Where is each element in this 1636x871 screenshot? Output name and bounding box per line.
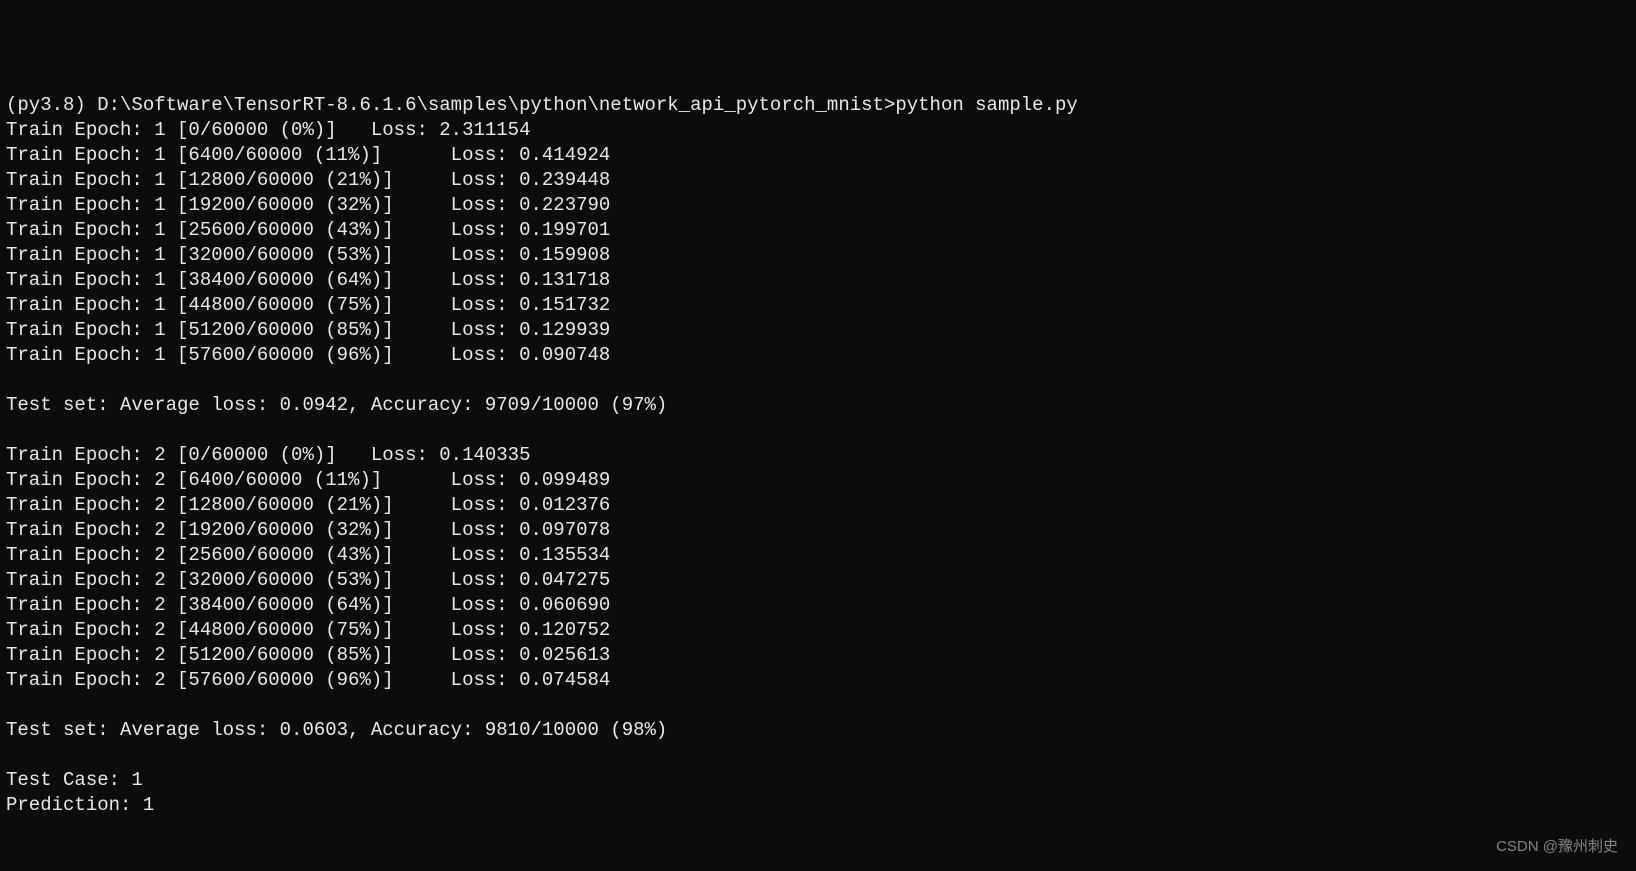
- train-line: Train Epoch: 1 [51200/60000 (85%)] Loss:…: [6, 319, 610, 341]
- train-line: Train Epoch: 1 [57600/60000 (96%)] Loss:…: [6, 344, 610, 366]
- train-line: Train Epoch: 1 [6400/60000 (11%)] Loss: …: [6, 144, 610, 166]
- terminal-output[interactable]: (py3.8) D:\Software\TensorRT-8.6.1.6\sam…: [6, 93, 1630, 818]
- train-line: Train Epoch: 2 [0/60000 (0%)] Loss: 0.14…: [6, 444, 531, 466]
- train-line: Train Epoch: 1 [19200/60000 (32%)] Loss:…: [6, 194, 610, 216]
- prediction-line: Prediction: 1: [6, 794, 154, 816]
- train-line: Train Epoch: 2 [32000/60000 (53%)] Loss:…: [6, 569, 610, 591]
- train-line: Train Epoch: 2 [51200/60000 (85%)] Loss:…: [6, 644, 610, 666]
- test-summary-line: Test set: Average loss: 0.0603, Accuracy…: [6, 719, 667, 741]
- train-line: Train Epoch: 1 [0/60000 (0%)] Loss: 2.31…: [6, 119, 531, 141]
- watermark: CSDN @豫州刺史: [1496, 834, 1618, 859]
- command-prompt-line: (py3.8) D:\Software\TensorRT-8.6.1.6\sam…: [6, 94, 1078, 116]
- train-line: Train Epoch: 1 [25600/60000 (43%)] Loss:…: [6, 219, 610, 241]
- train-line: Train Epoch: 2 [38400/60000 (64%)] Loss:…: [6, 594, 610, 616]
- train-line: Train Epoch: 2 [19200/60000 (32%)] Loss:…: [6, 519, 610, 541]
- test-summary-line: Test set: Average loss: 0.0942, Accuracy…: [6, 394, 667, 416]
- train-line: Train Epoch: 2 [25600/60000 (43%)] Loss:…: [6, 544, 610, 566]
- train-line: Train Epoch: 1 [32000/60000 (53%)] Loss:…: [6, 244, 610, 266]
- train-line: Train Epoch: 1 [44800/60000 (75%)] Loss:…: [6, 294, 610, 316]
- train-line: Train Epoch: 2 [57600/60000 (96%)] Loss:…: [6, 669, 610, 691]
- train-line: Train Epoch: 2 [6400/60000 (11%)] Loss: …: [6, 469, 610, 491]
- test-case-line: Test Case: 1: [6, 769, 143, 791]
- train-line: Train Epoch: 1 [12800/60000 (21%)] Loss:…: [6, 169, 610, 191]
- train-line: Train Epoch: 2 [12800/60000 (21%)] Loss:…: [6, 494, 610, 516]
- train-line: Train Epoch: 1 [38400/60000 (64%)] Loss:…: [6, 269, 610, 291]
- train-line: Train Epoch: 2 [44800/60000 (75%)] Loss:…: [6, 619, 610, 641]
